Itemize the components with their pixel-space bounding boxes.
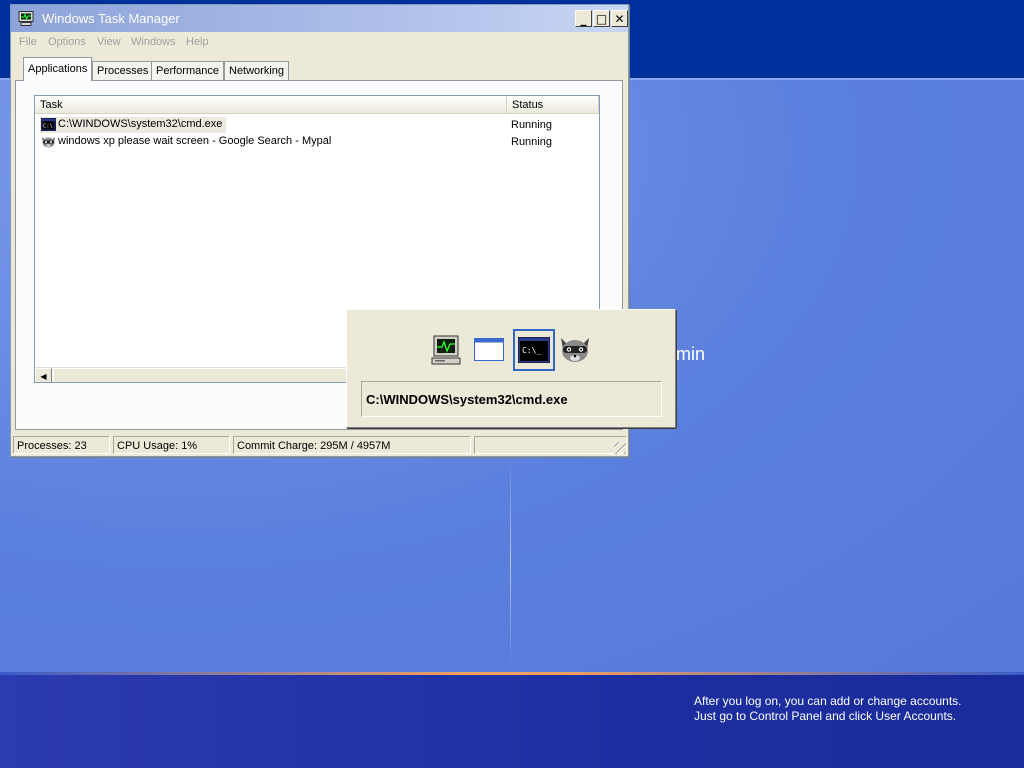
status-bar: Processes: 23 CPU Usage: 1% Commit Charg… <box>13 435 627 455</box>
window-titlebar[interactable]: Windows Task Manager _ □ ✕ <box>11 5 628 32</box>
column-header-task[interactable]: Task <box>35 96 507 114</box>
user-account-name[interactable]: min <box>676 344 705 365</box>
alt-tab-switcher: C:\_ C:\WINDOWS\system32\cmd.exe <box>346 309 676 428</box>
svg-text:C:\: C:\ <box>43 124 53 130</box>
menu-windows[interactable]: Windows <box>131 36 176 48</box>
menu-options[interactable]: Options <box>48 36 86 48</box>
tab-networking[interactable]: Networking <box>224 61 290 80</box>
maximize-button[interactable]: □ <box>593 10 610 27</box>
welcome-vertical-divider <box>510 455 511 670</box>
task-status: Running <box>511 119 552 131</box>
menu-view[interactable]: View <box>97 36 121 48</box>
window-title: Windows Task Manager <box>42 11 180 26</box>
task-name-cell[interactable]: C:\ C:\WINDOWS\system32\cmd.exe <box>40 117 227 133</box>
menu-file[interactable]: File <box>19 36 37 48</box>
cmd-icon-text: C:\_ <box>522 346 541 355</box>
menu-bar: File Options View Windows Help <box>11 33 628 53</box>
task-manager-icon[interactable] <box>431 334 463 366</box>
tab-processes[interactable]: Processes <box>92 61 154 80</box>
scroll-thumb[interactable] <box>53 368 353 382</box>
close-button[interactable]: ✕ <box>611 10 628 27</box>
alt-tab-selected-item[interactable]: C:\_ <box>513 329 555 371</box>
mypal-raccoon-icon <box>42 137 55 148</box>
menu-help[interactable]: Help <box>186 36 209 48</box>
logon-hint-text: After you log on, you can add or change … <box>694 694 962 724</box>
status-commit-charge: Commit Charge: 295M / 4957M <box>233 436 471 454</box>
blank-window-icon[interactable] <box>473 334 505 366</box>
minimize-button[interactable]: _ <box>575 10 592 27</box>
status-empty-cell <box>474 436 627 454</box>
mypal-raccoon-icon[interactable] <box>559 334 591 366</box>
task-row[interactable]: C:\ C:\WINDOWS\system32\cmd.exe Running <box>38 117 598 133</box>
task-name: C:\WINDOWS\system32\cmd.exe <box>58 118 223 130</box>
resize-grip[interactable] <box>614 442 626 454</box>
column-header-status[interactable]: Status <box>507 96 599 114</box>
task-status: Running <box>511 136 552 148</box>
tab-applications[interactable]: Applications <box>23 57 93 81</box>
logon-hint-line-2: Just go to Control Panel and click User … <box>694 709 957 723</box>
task-manager-icon <box>18 11 34 26</box>
cmd-icon: C:\ <box>41 118 56 131</box>
logon-hint-line-1: After you log on, you can add or change … <box>694 694 962 708</box>
task-row[interactable]: windows xp please wait screen - Google S… <box>38 134 598 150</box>
task-name-cell[interactable]: windows xp please wait screen - Google S… <box>40 134 335 150</box>
status-processes: Processes: 23 <box>13 436 110 454</box>
status-cpu-usage: CPU Usage: 1% <box>113 436 230 454</box>
task-list-header: Task Status <box>35 96 599 114</box>
task-name: windows xp please wait screen - Google S… <box>58 135 332 147</box>
tab-performance[interactable]: Performance <box>151 61 224 80</box>
cmd-icon: C:\_ <box>518 337 550 363</box>
scroll-left-arrow-icon[interactable]: ◀ <box>35 368 52 382</box>
alt-tab-caption: C:\WINDOWS\system32\cmd.exe <box>361 381 662 417</box>
